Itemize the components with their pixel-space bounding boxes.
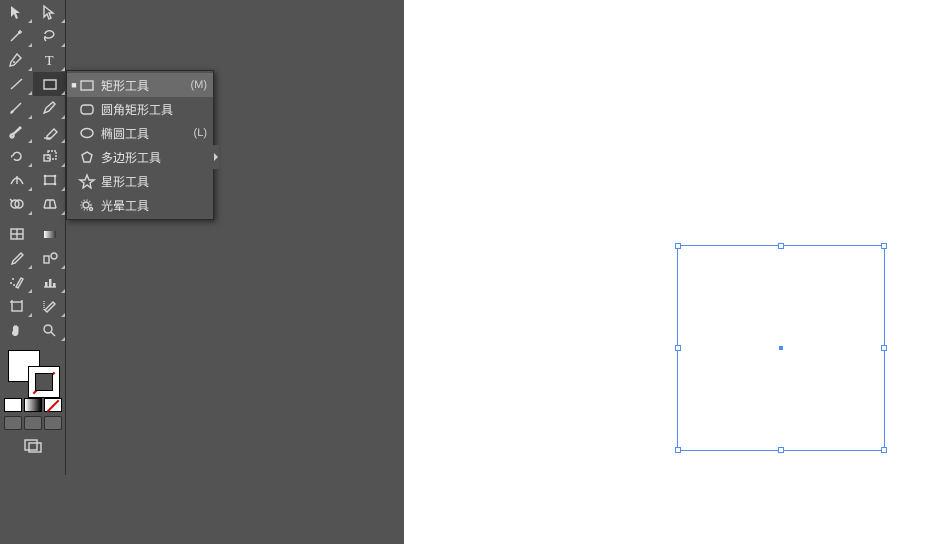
handle-mid-right[interactable]: [881, 345, 887, 351]
draw-normal[interactable]: [4, 416, 22, 430]
draw-behind[interactable]: [24, 416, 42, 430]
flyout-label: 星形工具: [97, 173, 207, 190]
handle-top-left[interactable]: [675, 243, 681, 249]
draw-mode-row: [0, 416, 66, 430]
flyout-shortcut: (M): [191, 79, 208, 91]
tool-panel: T: [0, 0, 66, 475]
flyout-rectangle[interactable]: ■矩形工具(M): [67, 73, 213, 97]
flyout-label: 矩形工具: [97, 77, 191, 94]
shape-tool-flyout: ■矩形工具(M)圆角矩形工具椭圆工具(L)多边形工具星形工具光晕工具: [66, 70, 214, 220]
free-transform-tool[interactable]: [33, 168, 66, 192]
rectangle-tool[interactable]: [33, 72, 66, 96]
handle-bottom-left[interactable]: [675, 447, 681, 453]
perspective-grid-tool[interactable]: [33, 192, 66, 216]
mesh-tool[interactable]: [0, 222, 33, 246]
slice-tool[interactable]: [33, 294, 66, 318]
screen-mode[interactable]: [0, 434, 66, 458]
pencil-tool[interactable]: [33, 96, 66, 120]
scale-tool[interactable]: [33, 144, 66, 168]
handle-top-center[interactable]: [778, 243, 784, 249]
blob-brush-tool[interactable]: [0, 120, 33, 144]
canvas-area: [400, 0, 930, 544]
color-mode-row: [0, 398, 66, 412]
flyout-polygon[interactable]: 多边形工具: [67, 145, 213, 169]
pen-tool[interactable]: [0, 48, 33, 72]
handle-bottom-center[interactable]: [778, 447, 784, 453]
draw-inside[interactable]: [44, 416, 62, 430]
paintbrush-tool[interactable]: [0, 96, 33, 120]
flyout-label: 多边形工具: [97, 149, 207, 166]
flyout-ellipse[interactable]: 椭圆工具(L): [67, 121, 213, 145]
flyout-star[interactable]: 星形工具: [67, 169, 213, 193]
selected-rectangle[interactable]: [677, 245, 885, 451]
fill-stroke-swatch[interactable]: [0, 346, 66, 396]
flyout-label: 椭圆工具: [97, 125, 194, 142]
column-graph-tool[interactable]: [33, 270, 66, 294]
submenu-arrow-icon: [213, 145, 219, 169]
symbol-sprayer-tool[interactable]: [0, 270, 33, 294]
flyout-label: 圆角矩形工具: [97, 101, 207, 118]
width-tool[interactable]: [0, 168, 33, 192]
polygon-icon: [77, 149, 97, 165]
zoom-tool[interactable]: [33, 318, 66, 342]
handle-bottom-right[interactable]: [881, 447, 887, 453]
flyout-flare[interactable]: 光晕工具: [67, 193, 213, 217]
selection-center: [779, 346, 783, 350]
rounded-rectangle-icon: [77, 101, 97, 117]
eyedropper-tool[interactable]: [0, 246, 33, 270]
flyout-rounded-rectangle[interactable]: 圆角矩形工具: [67, 97, 213, 121]
artboard-tool[interactable]: [0, 294, 33, 318]
flyout-label: 光晕工具: [97, 197, 207, 214]
line-segment-tool[interactable]: [0, 72, 33, 96]
stroke-swatch[interactable]: [28, 366, 60, 398]
flare-icon: [77, 197, 97, 213]
direct-selection-tool[interactable]: [33, 0, 66, 24]
rotate-tool[interactable]: [0, 144, 33, 168]
rectangle-icon: [77, 77, 97, 93]
shape-builder-tool[interactable]: [0, 192, 33, 216]
blend-tool[interactable]: [33, 246, 66, 270]
lasso-tool[interactable]: [33, 24, 66, 48]
color-none[interactable]: [44, 398, 62, 412]
color-solid[interactable]: [4, 398, 22, 412]
handle-top-right[interactable]: [881, 243, 887, 249]
flyout-shortcut: (L): [194, 127, 207, 139]
handle-mid-left[interactable]: [675, 345, 681, 351]
magic-wand-tool[interactable]: [0, 24, 33, 48]
artboard[interactable]: [404, 0, 930, 544]
ellipse-icon: [77, 125, 97, 141]
type-tool[interactable]: T: [33, 48, 66, 72]
hand-tool[interactable]: [0, 318, 33, 342]
selection-tool[interactable]: [0, 0, 33, 24]
eraser-tool[interactable]: [33, 120, 66, 144]
svg-text:T: T: [45, 54, 54, 68]
color-gradient[interactable]: [24, 398, 42, 412]
star-icon: [77, 173, 97, 189]
gradient-tool[interactable]: [33, 222, 66, 246]
